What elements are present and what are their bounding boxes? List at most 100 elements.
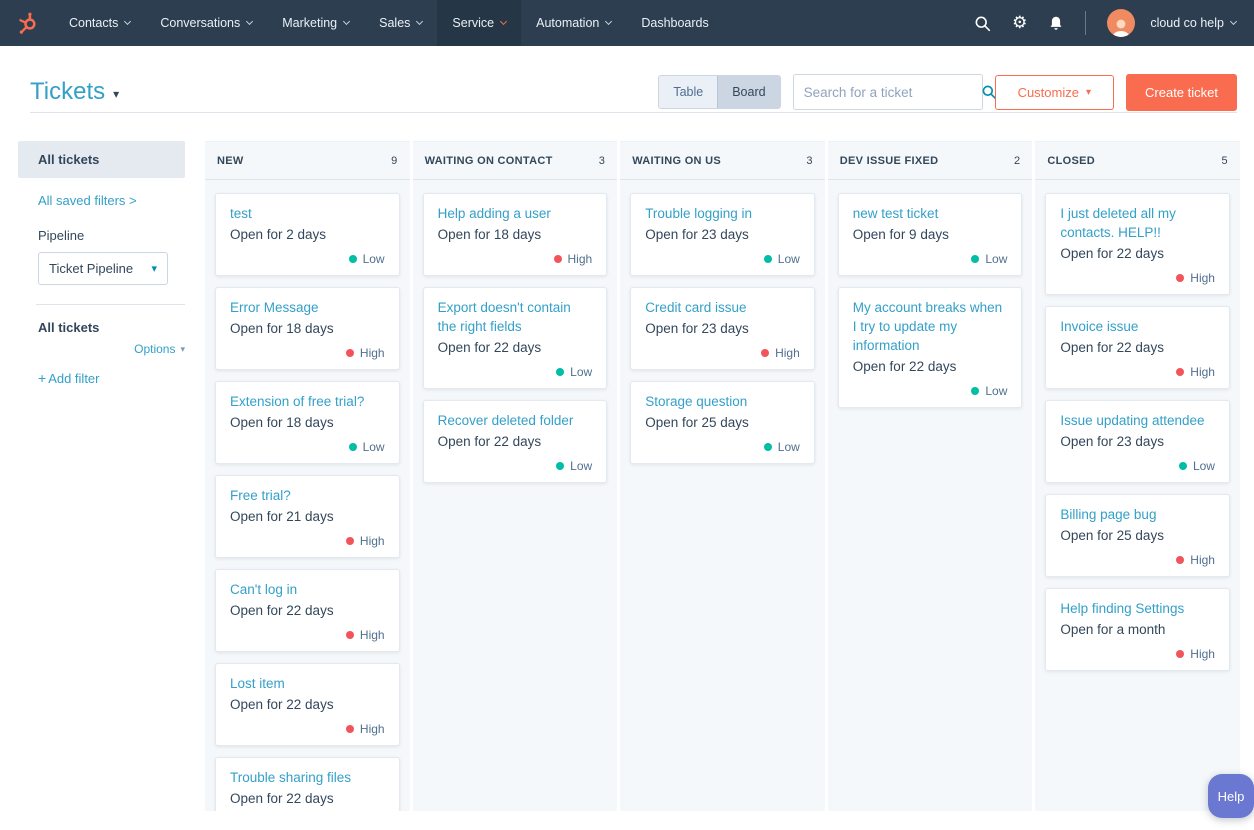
ticket-priority: High <box>345 346 385 360</box>
help-button[interactable]: Help <box>1208 774 1254 818</box>
ticket-title-link[interactable]: test <box>230 204 385 223</box>
ticket-card[interactable]: new test ticket Open for 9 days Low <box>837 193 1023 276</box>
ticket-card[interactable]: Billing page bug Open for 25 days High <box>1045 494 1230 577</box>
board-view-button[interactable]: Board <box>717 76 780 108</box>
ticket-title-link[interactable]: Trouble sharing files <box>230 768 385 787</box>
options-dropdown[interactable]: Options <box>134 342 185 356</box>
ticket-title-link[interactable]: Credit card issue <box>645 298 800 317</box>
nav-item-conversations[interactable]: Conversations <box>145 0 267 46</box>
search-icon[interactable] <box>974 15 991 32</box>
ticket-title-link[interactable]: new test ticket <box>853 204 1008 223</box>
nav-item-label: Service <box>452 16 495 30</box>
nav-item-marketing[interactable]: Marketing <box>267 0 364 46</box>
priority-dot-icon <box>1176 556 1185 564</box>
ticket-title-link[interactable]: Free trial? <box>230 486 385 505</box>
ticket-priority: Low <box>348 252 385 266</box>
all-saved-filters-link[interactable]: All saved filters > <box>38 193 185 208</box>
priority-dot-icon <box>345 537 354 545</box>
ticket-title-link[interactable]: Recover deleted folder <box>438 411 593 430</box>
priority-dot-icon <box>761 349 770 357</box>
priority-label: High <box>359 534 385 548</box>
notifications-bell-icon[interactable] <box>1048 15 1064 32</box>
priority-dot-icon <box>971 387 980 395</box>
nav-item-dashboards[interactable]: Dashboards <box>626 0 723 46</box>
ticket-card[interactable]: test Open for 2 days Low <box>215 193 400 276</box>
ticket-open-duration: Open for 25 days <box>645 415 749 430</box>
top-nav: Contacts Conversations Marketing Sales Servi… <box>0 0 1254 46</box>
nav-item-service[interactable]: Service <box>437 0 522 46</box>
ticket-card[interactable]: Trouble sharing filesOpen for 22 daysHig… <box>215 757 400 811</box>
ticket-card[interactable]: Credit card issue Open for 23 days High <box>630 287 815 370</box>
ticket-card[interactable]: I just deleted all my contacts. HELP!! Op… <box>1045 193 1230 295</box>
ticket-title-link[interactable]: Trouble logging in <box>645 204 800 223</box>
nav-menu: Contacts Conversations Marketing Sales Servi… <box>54 0 724 46</box>
ticket-card[interactable]: Storage question Open for 25 days Low <box>630 381 815 464</box>
ticket-title-link[interactable]: Can't log in <box>230 580 385 599</box>
sidebar-divider <box>36 304 185 305</box>
pipeline-label: Pipeline <box>38 228 85 243</box>
ticket-title-link[interactable]: Help adding a user <box>438 204 593 223</box>
ticket-title-link[interactable]: Error Message <box>230 298 385 317</box>
nav-item-label: Sales <box>379 16 411 30</box>
ticket-open-duration: Open for 22 days <box>437 340 542 355</box>
column-name: WAITING ON US <box>632 155 722 167</box>
search-input[interactable] <box>803 84 981 100</box>
chevron-down-icon <box>500 17 508 26</box>
column-cards: test Open for 2 days Low Error Message Open … <box>205 180 410 811</box>
ticket-card[interactable]: Recover deleted folder Open for 22 days Lo… <box>422 400 608 483</box>
table-view-button[interactable]: Table <box>659 76 718 108</box>
nav-divider <box>1085 11 1087 35</box>
ticket-card[interactable]: My account breaks when I try to update m… <box>837 287 1023 408</box>
priority-label: Low <box>777 440 800 454</box>
ticket-title-link[interactable]: Invoice issue <box>1060 317 1215 336</box>
ticket-card[interactable]: Help adding a user Open for 18 days High <box>422 193 608 276</box>
page-title-dropdown[interactable]: Tickets <box>30 78 119 106</box>
ticket-priority: High <box>1176 365 1215 379</box>
ticket-card[interactable]: Free trial? Open for 21 days High <box>215 475 400 558</box>
ticket-title-link[interactable]: Billing page bug <box>1060 505 1215 524</box>
nav-item-automation[interactable]: Automation <box>521 0 626 46</box>
priority-label: Low <box>362 440 385 454</box>
create-ticket-button[interactable]: Create ticket <box>1126 73 1237 111</box>
user-avatar[interactable] <box>1107 9 1136 37</box>
priority-label: Low <box>1192 459 1215 473</box>
ticket-title-link[interactable]: Help finding Settings <box>1060 599 1215 618</box>
ticket-card[interactable]: Trouble logging in Open for 23 days Low <box>630 193 815 276</box>
column-name: CLOSED <box>1047 155 1096 167</box>
ticket-title-link[interactable]: I just deleted all my contacts. HELP!! <box>1060 204 1215 242</box>
priority-dot-icon <box>1176 650 1185 658</box>
account-name: cloud co help <box>1150 16 1224 30</box>
ticket-title-link[interactable]: Extension of free trial? <box>230 392 385 411</box>
column-header: CLOSED 5 <box>1035 142 1240 180</box>
pipeline-select[interactable]: Ticket Pipeline <box>38 252 168 285</box>
customize-button[interactable]: Customize <box>994 74 1115 110</box>
account-menu[interactable]: cloud co help <box>1150 16 1238 30</box>
ticket-card[interactable]: Can't log in Open for 22 days High <box>215 569 400 652</box>
ticket-card[interactable]: Issue updating attendee Open for 23 days L… <box>1045 400 1230 483</box>
ticket-card[interactable]: Invoice issue Open for 22 days High <box>1045 306 1230 389</box>
ticket-title-link[interactable]: My account breaks when I try to update m… <box>853 298 1008 355</box>
column-header: WAITING ON US 3 <box>620 142 825 180</box>
sidebar-item-all-tickets[interactable]: All tickets <box>18 141 185 178</box>
add-filter-link[interactable]: + Add filter <box>38 370 185 386</box>
filters-sidebar: All tickets All saved filters > Pipeline… <box>18 141 185 811</box>
ticket-card[interactable]: Help finding Settings Open for a month Hig… <box>1045 588 1230 671</box>
ticket-card[interactable]: Extension of free trial? Open for 18 days… <box>215 381 400 464</box>
ticket-priority: Low <box>971 384 1007 398</box>
ticket-open-duration: Open for 23 days <box>645 227 749 242</box>
chevron-down-icon <box>180 344 185 355</box>
nav-item-contacts[interactable]: Contacts <box>54 0 145 46</box>
ticket-title-link[interactable]: Issue updating attendee <box>1060 411 1215 430</box>
ticket-title-link[interactable]: Export doesn't contain the right fields <box>438 298 593 336</box>
priority-label: High <box>567 252 593 266</box>
ticket-card[interactable]: Lost item Open for 22 days High <box>215 663 400 746</box>
hubspot-logo-icon[interactable] <box>0 12 54 35</box>
ticket-card[interactable]: Error Message Open for 18 days High <box>215 287 400 370</box>
priority-label: Low <box>570 365 593 379</box>
ticket-card[interactable]: Export doesn't contain the right fields O… <box>422 287 608 389</box>
settings-gear-icon[interactable]: ⚙ <box>1012 14 1027 32</box>
nav-item-sales[interactable]: Sales <box>364 0 437 46</box>
ticket-title-link[interactable]: Lost item <box>230 674 385 693</box>
ticket-title-link[interactable]: Storage question <box>645 392 800 411</box>
ticket-priority: Low <box>971 252 1007 266</box>
